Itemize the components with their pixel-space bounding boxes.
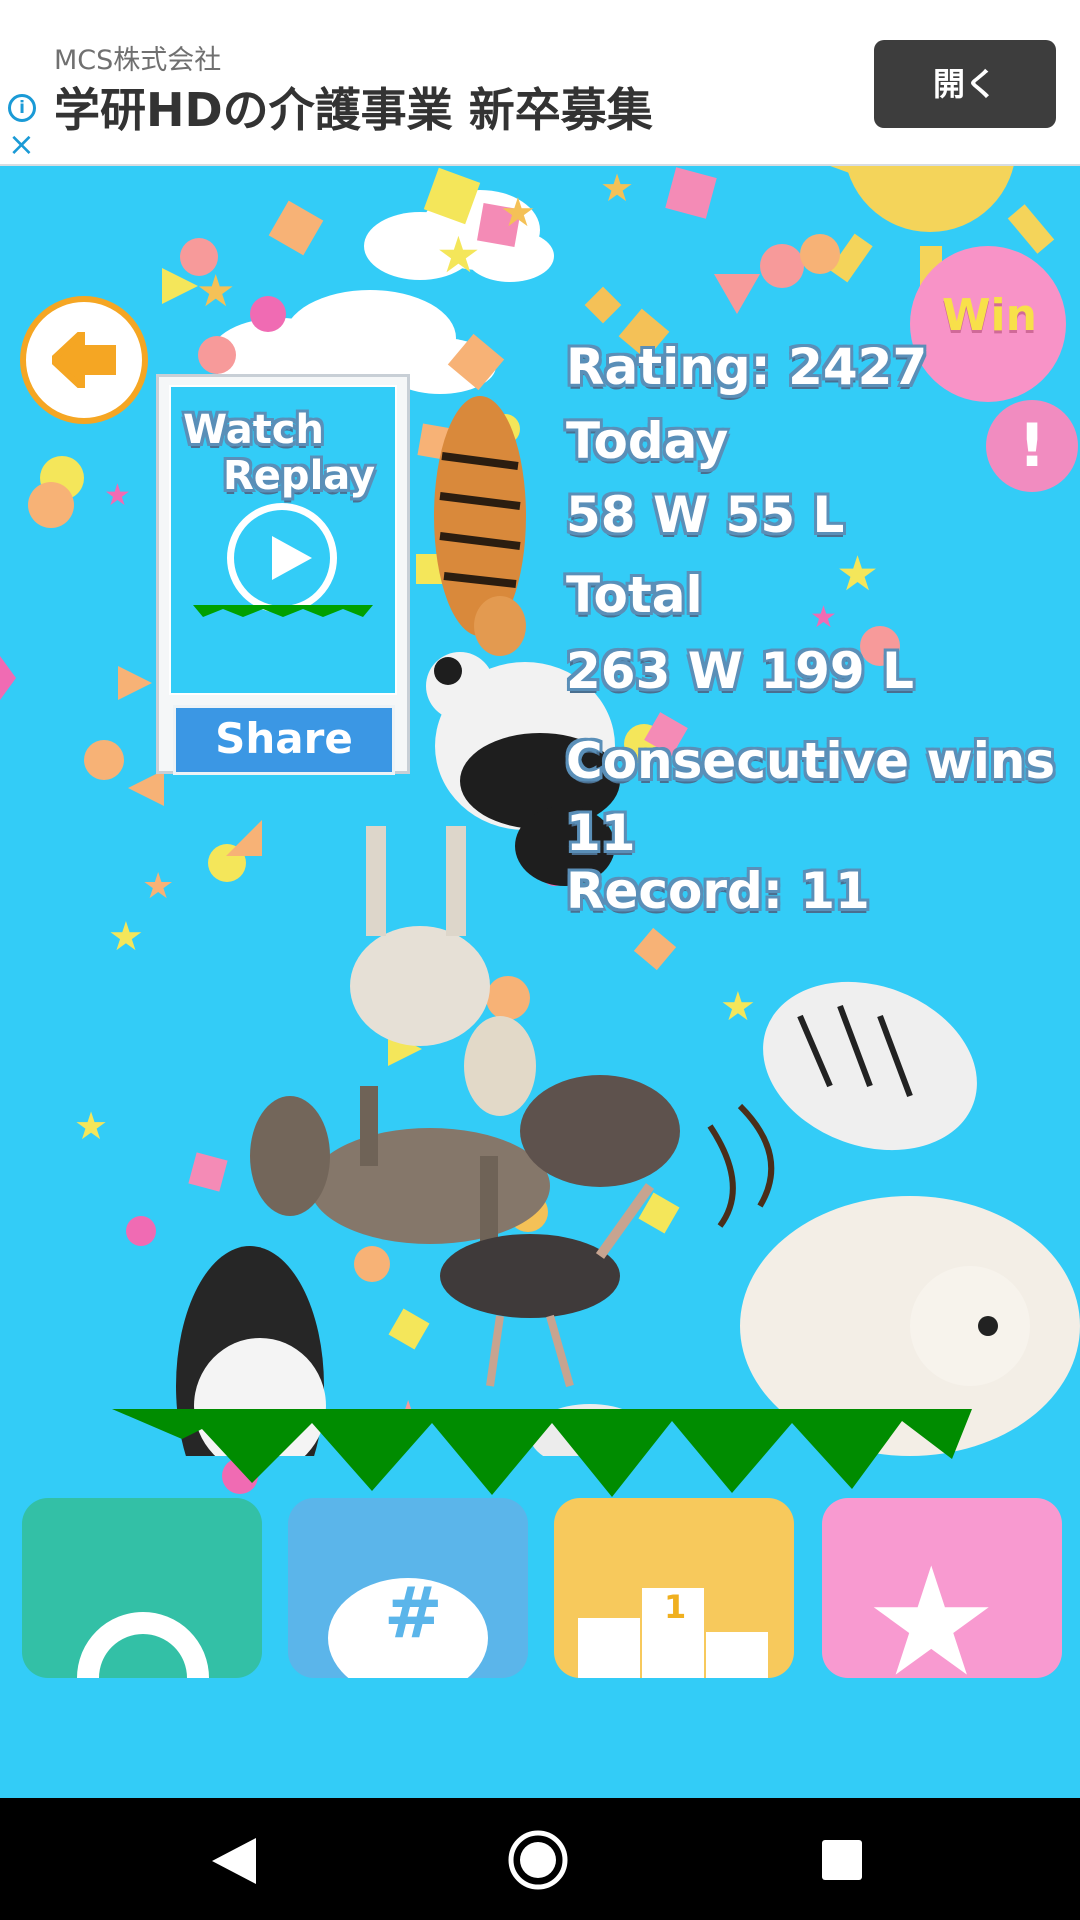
star-confetti: ★	[500, 190, 536, 236]
info-icon[interactable]: i	[8, 94, 36, 122]
retry-button[interactable]	[22, 1498, 262, 1678]
system-nav-bar	[0, 1798, 1080, 1920]
recents-nav-icon[interactable]	[822, 1840, 862, 1880]
confetti	[800, 234, 840, 274]
ad-open-button[interactable]: 開く	[874, 40, 1056, 128]
record-text: Record: 11	[566, 862, 870, 920]
mini-ground-icon	[193, 605, 373, 617]
retry-icon	[77, 1612, 209, 1678]
consecutive-label: Consecutive wins	[566, 732, 1056, 790]
watch-label: Watch	[183, 407, 324, 453]
confetti	[0, 656, 16, 700]
ad-headline[interactable]: 学研HDの介護事業 新卒募集	[54, 74, 653, 140]
close-icon[interactable]: ×	[8, 128, 35, 160]
confetti	[760, 244, 804, 288]
play-icon[interactable]	[227, 503, 337, 613]
podium-rank-text: 1	[664, 1588, 687, 1626]
confetti	[162, 268, 198, 304]
today-label: Today	[566, 412, 729, 470]
replay-thumbnail[interactable]: Watch Replay	[169, 385, 397, 695]
arrow-left-icon	[52, 332, 116, 388]
hashtag-icon: #	[384, 1572, 443, 1654]
confetti	[584, 286, 622, 324]
share-button[interactable]: Share	[173, 705, 395, 775]
rating-text: Rating: 2427	[566, 338, 928, 396]
win-badge: Win	[910, 246, 1066, 402]
confetti	[268, 200, 324, 256]
today-value: 58 W 55 L	[566, 486, 845, 544]
back-button[interactable]	[20, 296, 148, 424]
total-label: Total	[566, 566, 703, 624]
ad-banner[interactable]: MCS株式会社 学研HDの介護事業 新卒募集 i × 開く	[0, 0, 1080, 166]
replay-card[interactable]: Watch Replay Share	[156, 374, 410, 775]
hashtag-button[interactable]: #	[288, 1498, 528, 1678]
star-confetti: ★	[600, 166, 635, 210]
home-nav-icon[interactable]	[506, 1828, 570, 1892]
confetti	[714, 274, 760, 314]
back-nav-icon[interactable]	[212, 1838, 256, 1884]
confetti	[665, 167, 717, 219]
alert-button[interactable]: !	[986, 400, 1078, 492]
win-label: Win	[942, 290, 1037, 341]
favorite-button[interactable]: ★	[822, 1498, 1062, 1678]
star-confetti: ★	[436, 226, 481, 284]
ground-platform	[112, 1409, 972, 1497]
confetti	[28, 482, 74, 528]
ranking-button[interactable]: 1	[554, 1498, 794, 1678]
total-value: 263 W 199 L	[566, 642, 914, 700]
star-confetti: ★	[74, 1104, 109, 1148]
ad-company: MCS株式会社	[54, 45, 222, 76]
star-confetti: ★	[196, 266, 236, 317]
star-icon: ★	[864, 1536, 999, 1678]
replay-label: Replay	[223, 453, 376, 499]
consecutive-value: 11	[566, 804, 636, 862]
